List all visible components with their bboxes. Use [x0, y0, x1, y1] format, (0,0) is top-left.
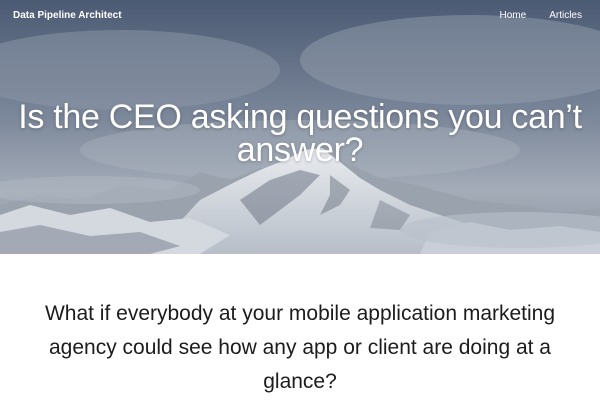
hero-banner: Data Pipeline Architect Home Articles Is…: [0, 0, 600, 254]
hero-title: Is the CEO asking questions you can’t an…: [18, 98, 582, 169]
lead-paragraph: What if everybody at your mobile applica…: [44, 302, 556, 393]
nav-link-home[interactable]: Home: [500, 10, 527, 21]
top-navigation-bar: Data Pipeline Architect Home Articles: [0, 0, 600, 34]
nav-links: Home Articles: [500, 10, 582, 21]
nav-link-articles[interactable]: Articles: [549, 10, 582, 21]
site-brand-link[interactable]: Data Pipeline Architect: [13, 10, 122, 21]
